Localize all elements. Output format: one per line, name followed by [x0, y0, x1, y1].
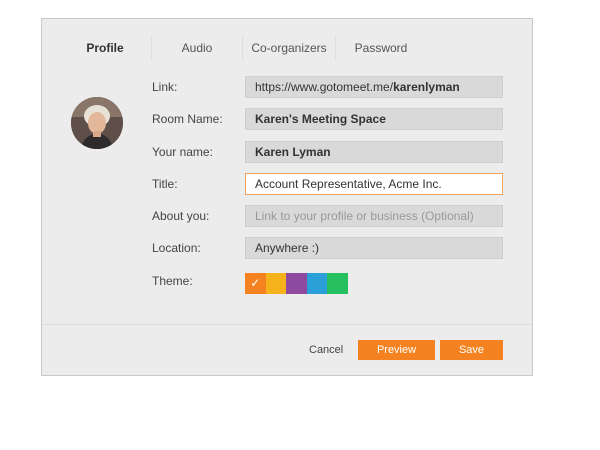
- preview-button[interactable]: Preview: [358, 340, 435, 360]
- link-username: karenlyman: [393, 80, 460, 94]
- theme-swatch-blue[interactable]: [306, 273, 327, 294]
- room-name-label: Room Name:: [152, 112, 223, 126]
- cancel-button[interactable]: Cancel: [309, 341, 343, 359]
- theme-swatch-orange[interactable]: ✓: [245, 273, 266, 294]
- your-name-field[interactable]: Karen Lyman: [245, 141, 503, 163]
- tab-co-organizers[interactable]: Co-organizers: [243, 33, 335, 63]
- profile-settings-dialog: Profile Audio Co-organizers Password Lin…: [41, 18, 533, 376]
- room-name-field[interactable]: Karen's Meeting Space: [245, 108, 503, 130]
- avatar-photo-icon: [71, 97, 123, 149]
- tab-audio[interactable]: Audio: [152, 33, 242, 63]
- user-avatar[interactable]: [71, 97, 123, 149]
- check-icon: ✓: [250, 276, 261, 290]
- title-field[interactable]: Account Representative, Acme Inc.: [245, 173, 503, 195]
- your-name-label: Your name:: [152, 145, 213, 159]
- title-label: Title:: [152, 177, 178, 191]
- tab-password[interactable]: Password: [336, 33, 426, 63]
- tab-profile[interactable]: Profile: [69, 33, 141, 63]
- link-prefix: https://www.gotomeet.me/: [255, 80, 394, 94]
- link-label: Link:: [152, 80, 178, 94]
- link-field[interactable]: https://www.gotomeet.me/karenlyman: [245, 76, 503, 98]
- theme-swatch-yellow[interactable]: [265, 273, 286, 294]
- tab-bar: Profile Audio Co-organizers Password: [42, 33, 532, 69]
- about-you-field[interactable]: Link to your profile or business (Option…: [245, 205, 503, 227]
- theme-picker: ✓: [245, 273, 348, 294]
- about-you-label: About you:: [152, 209, 210, 223]
- location-label: Location:: [152, 241, 201, 255]
- theme-swatch-purple[interactable]: [286, 273, 307, 294]
- theme-swatch-green[interactable]: [327, 273, 348, 294]
- theme-label: Theme:: [152, 274, 193, 288]
- footer-divider: [42, 324, 532, 325]
- location-field[interactable]: Anywhere :): [245, 237, 503, 259]
- save-button[interactable]: Save: [440, 340, 503, 360]
